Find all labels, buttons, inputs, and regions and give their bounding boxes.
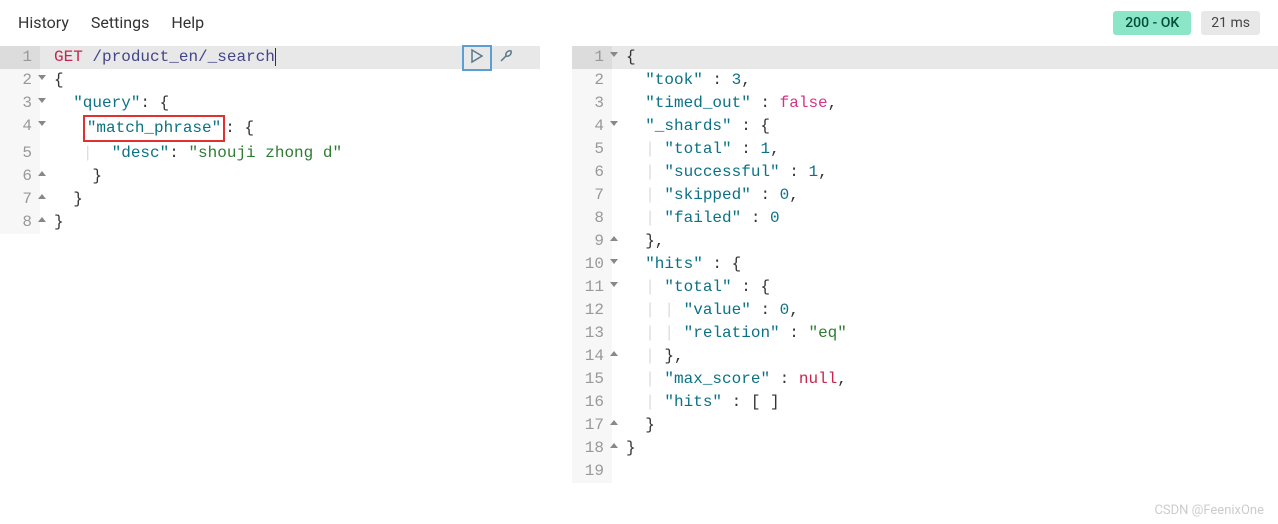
request-line-6[interactable]: 6 } xyxy=(0,165,540,188)
response-line-14[interactable]: 14 | }, xyxy=(572,345,1278,368)
response-editor[interactable]: 1{ 2 "took" : 3, 3 "timed_out" : false, … xyxy=(572,46,1278,483)
status-badge: 200 - OK xyxy=(1113,11,1191,35)
request-editor[interactable]: 1 GET /product_en/_search 2 { 3 "query":… xyxy=(0,46,540,234)
menu: History Settings Help xyxy=(18,13,204,32)
json-number: 3 xyxy=(732,71,742,89)
menu-help[interactable]: Help xyxy=(171,13,204,32)
response-line-17[interactable]: 17 } xyxy=(572,414,1278,437)
json-key: "query" xyxy=(73,94,140,112)
time-badge: 21 ms xyxy=(1201,11,1260,35)
request-line-3[interactable]: 3 "query": { xyxy=(0,92,540,115)
response-line-16[interactable]: 16 | "hits" : [ ] xyxy=(572,391,1278,414)
text-cursor xyxy=(275,48,276,66)
response-line-8[interactable]: 8 | "failed" : 0 xyxy=(572,207,1278,230)
request-line-2[interactable]: 2 { xyxy=(0,69,540,92)
fold-icon[interactable] xyxy=(38,121,46,126)
json-number: 1 xyxy=(808,163,818,181)
json-number: 0 xyxy=(770,209,780,227)
header-bar: History Settings Help 200 - OK 21 ms xyxy=(0,0,1278,46)
fold-icon[interactable] xyxy=(610,420,618,425)
fold-icon[interactable] xyxy=(610,259,618,264)
wrench-icon[interactable] xyxy=(498,48,514,68)
request-line-5[interactable]: 5 | "desc": "shouji zhong d" xyxy=(0,142,540,165)
fold-icon[interactable] xyxy=(610,121,618,126)
request-editor-pane: 1 GET /product_en/_search 2 { 3 "query":… xyxy=(0,46,540,524)
menu-settings[interactable]: Settings xyxy=(91,13,149,32)
response-line-18[interactable]: 18} xyxy=(572,437,1278,460)
punct: : xyxy=(169,144,188,162)
json-null: null xyxy=(799,370,837,388)
request-line-1[interactable]: 1 GET /product_en/_search xyxy=(0,46,540,69)
json-number: 0 xyxy=(780,301,790,319)
response-line-6[interactable]: 6 | "successful" : 1, xyxy=(572,161,1278,184)
http-method: GET xyxy=(54,48,83,66)
json-key: "successful" xyxy=(664,163,779,181)
punct: : { xyxy=(140,94,169,112)
json-key: "match_phrase" xyxy=(87,119,221,137)
response-line-2[interactable]: 2 "took" : 3, xyxy=(572,69,1278,92)
fold-icon[interactable] xyxy=(610,52,618,57)
fold-icon[interactable] xyxy=(610,282,618,287)
json-key: "relation" xyxy=(684,324,780,342)
json-key: "desc" xyxy=(112,144,170,162)
json-bool: false xyxy=(780,94,828,112)
brace: } xyxy=(54,167,102,185)
fold-icon[interactable] xyxy=(610,236,618,241)
brace: { xyxy=(626,48,636,66)
json-key: "_shards" xyxy=(645,117,731,135)
run-button[interactable] xyxy=(462,45,492,71)
highlighted-term: "match_phrase" xyxy=(83,115,225,142)
json-number: 0 xyxy=(780,186,790,204)
json-key: "total" xyxy=(664,140,731,158)
response-line-12[interactable]: 12 | | "value" : 0, xyxy=(572,299,1278,322)
brace: } xyxy=(54,213,64,231)
fold-icon[interactable] xyxy=(610,351,618,356)
response-line-5[interactable]: 5 | "total" : 1, xyxy=(572,138,1278,161)
fold-icon[interactable] xyxy=(38,171,46,176)
json-key: "timed_out" xyxy=(645,94,751,112)
punct: : { xyxy=(225,119,254,137)
editors-container: 1 GET /product_en/_search 2 { 3 "query":… xyxy=(0,46,1278,524)
json-array: [ ] xyxy=(751,393,780,411)
http-path: /product_en/_search xyxy=(92,48,274,66)
json-key: "total" xyxy=(664,278,731,296)
response-line-11[interactable]: 11 | "total" : { xyxy=(572,276,1278,299)
menu-history[interactable]: History xyxy=(18,13,69,32)
response-line-15[interactable]: 15 | "max_score" : null, xyxy=(572,368,1278,391)
request-line-8[interactable]: 8 } xyxy=(0,211,540,234)
json-key: "hits" xyxy=(664,393,722,411)
request-line-7[interactable]: 7 } xyxy=(0,188,540,211)
response-line-4[interactable]: 4 "_shards" : { xyxy=(572,115,1278,138)
response-line-3[interactable]: 3 "timed_out" : false, xyxy=(572,92,1278,115)
request-toolbar xyxy=(462,46,514,69)
response-line-9[interactable]: 9 }, xyxy=(572,230,1278,253)
fold-icon[interactable] xyxy=(38,75,46,80)
response-line-10[interactable]: 10 "hits" : { xyxy=(572,253,1278,276)
fold-icon[interactable] xyxy=(38,217,46,222)
status-area: 200 - OK 21 ms xyxy=(1113,11,1260,35)
brace: } xyxy=(54,190,83,208)
response-line-1[interactable]: 1{ xyxy=(572,46,1278,69)
fold-icon[interactable] xyxy=(38,194,46,199)
fold-icon[interactable] xyxy=(610,443,618,448)
json-key: "value" xyxy=(684,301,751,319)
json-key: "took" xyxy=(645,71,703,89)
brace: { xyxy=(54,71,64,89)
response-line-19[interactable]: 19 xyxy=(572,460,1278,483)
response-line-7[interactable]: 7 | "skipped" : 0, xyxy=(572,184,1278,207)
json-string: "eq" xyxy=(808,324,846,342)
json-key: "failed" xyxy=(664,209,741,227)
request-line-4[interactable]: 4 "match_phrase": { xyxy=(0,115,540,142)
json-key: "hits" xyxy=(645,255,703,273)
response-editor-pane: 1{ 2 "took" : 3, 3 "timed_out" : false, … xyxy=(572,46,1278,524)
fold-icon[interactable] xyxy=(38,98,46,103)
play-icon xyxy=(469,48,485,68)
json-number: 1 xyxy=(760,140,770,158)
json-key: "max_score" xyxy=(664,370,770,388)
response-line-13[interactable]: 13 | | "relation" : "eq" xyxy=(572,322,1278,345)
json-key: "skipped" xyxy=(664,186,750,204)
watermark: CSDN @FeenixOne xyxy=(1154,503,1264,518)
json-string: "shouji zhong d" xyxy=(188,144,342,162)
